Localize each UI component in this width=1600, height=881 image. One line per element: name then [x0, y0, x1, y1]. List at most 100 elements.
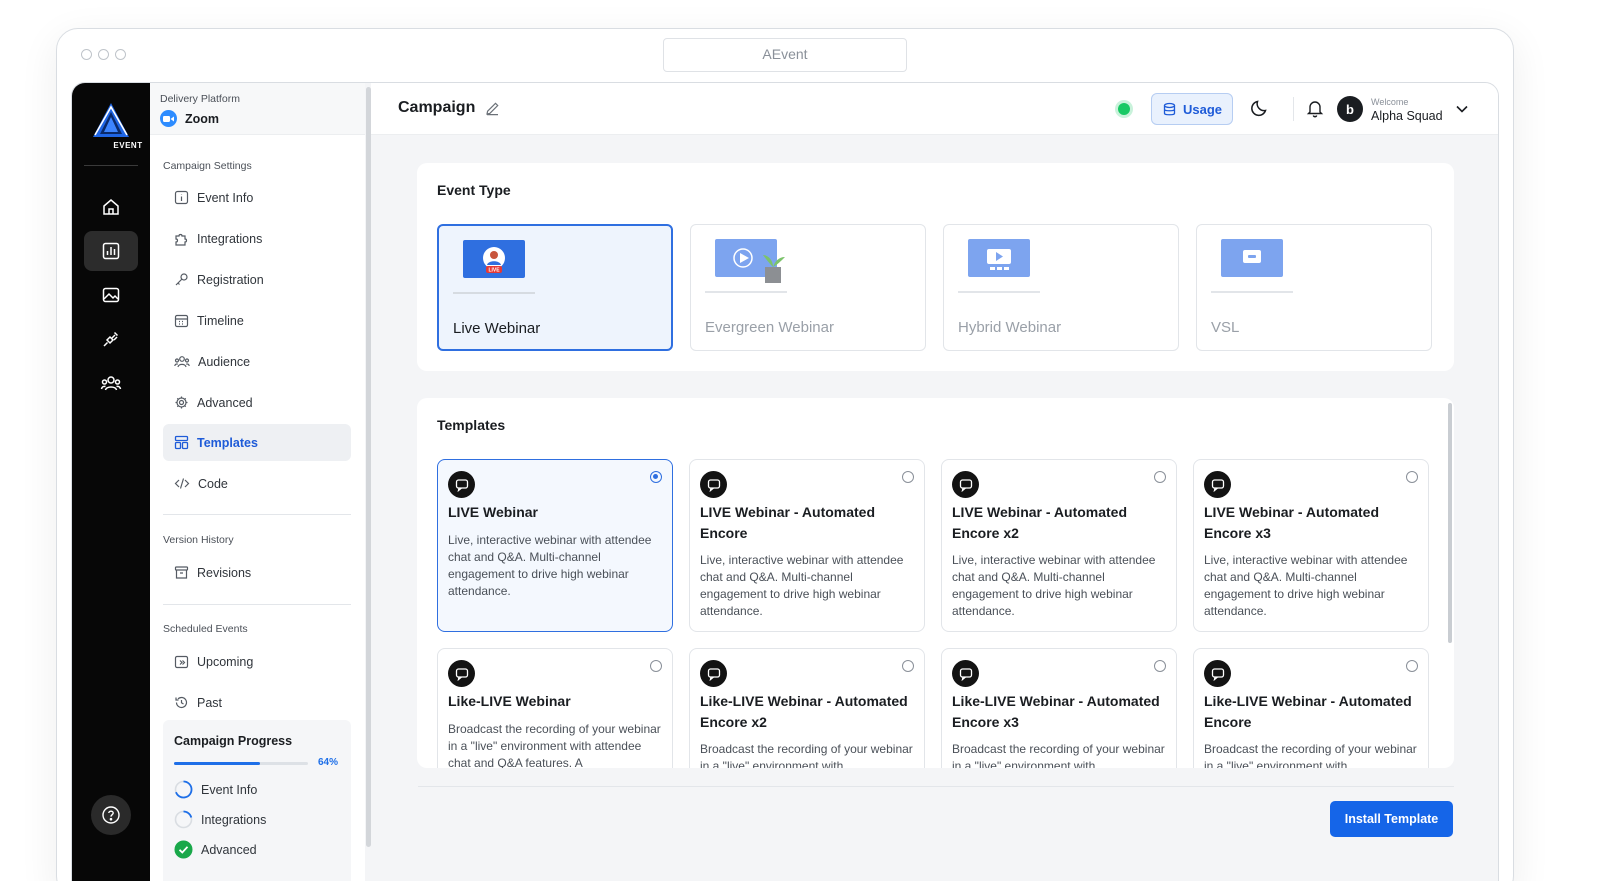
chat-icon [448, 471, 475, 498]
bell-icon[interactable] [1306, 99, 1324, 118]
pencil-icon[interactable] [485, 101, 500, 116]
template-radio[interactable] [1154, 471, 1166, 483]
sidebar-divider [163, 514, 351, 515]
template-description: Broadcast the recording of your webinar … [952, 742, 1165, 768]
moon-icon[interactable] [1250, 98, 1270, 118]
sidebar-item-label: Registration [197, 272, 264, 287]
sidebar-item-timeline[interactable]: Timeline [163, 302, 351, 339]
history-icon [175, 696, 188, 709]
chat-icon [700, 471, 727, 498]
chat-icon [1204, 660, 1231, 687]
event-type-live-webinar[interactable]: LIVE Live Webinar [437, 224, 673, 351]
close-dot[interactable] [81, 49, 92, 60]
sidebar-item-label: Upcoming [197, 654, 254, 669]
event-type-vsl[interactable]: VSL [1196, 224, 1432, 351]
sidebar-item-templates[interactable]: Templates [163, 424, 351, 461]
browser-window: AEvent EVENT Delivery Platform Zoom Camp… [56, 28, 1514, 881]
help-icon[interactable] [91, 795, 131, 835]
home-icon[interactable] [84, 187, 138, 227]
calendar-icon [174, 314, 189, 328]
plug-icon[interactable] [84, 319, 138, 359]
template-description: Broadcast the recording of your webinar … [448, 722, 661, 768]
sidebar-item-audience[interactable]: Audience [163, 343, 351, 380]
template-card[interactable]: LIVE Webinar Live, interactive webinar w… [437, 459, 673, 632]
sidebar-item-integrations[interactable]: Integrations [163, 220, 351, 257]
event-type-evergreen-webinar[interactable]: Evergreen Webinar [690, 224, 926, 351]
template-card[interactable]: Like-LIVE Webinar Broadcast the recordin… [437, 648, 673, 768]
template-card[interactable]: Like-LIVE Webinar - Automated Encore x2 … [689, 648, 925, 768]
sidebar-item-label: Timeline [197, 313, 244, 328]
sidebar-item-code[interactable]: Code [163, 465, 351, 502]
progress-ring-icon [174, 780, 193, 799]
sidebar-item-event-info[interactable]: Event Info [163, 179, 351, 216]
sidebar-item-revisions[interactable]: Revisions [163, 554, 351, 591]
template-radio[interactable] [902, 471, 914, 483]
usage-button[interactable]: Usage [1151, 93, 1233, 125]
template-radio[interactable] [1154, 660, 1166, 672]
sidebar-item-label: Advanced [197, 395, 253, 410]
template-title: Like-LIVE Webinar [448, 693, 571, 709]
status-indicator [1118, 103, 1130, 115]
progress-item-integrations[interactable]: Integrations [174, 810, 266, 829]
event-type-title: Event Type [437, 182, 511, 198]
sidebar-item-advanced[interactable]: Advanced [163, 384, 351, 421]
install-template-button[interactable]: Install Template [1330, 801, 1453, 837]
templates-scrollbar[interactable] [1448, 403, 1452, 643]
user-name[interactable]: Alpha Squad [1371, 109, 1443, 123]
maximize-dot[interactable] [115, 49, 126, 60]
sidebar-item-past[interactable]: Past [163, 684, 351, 721]
vsl-illustration [1211, 239, 1293, 293]
evergreen-webinar-illustration [705, 239, 787, 293]
aevent-logo[interactable]: EVENT [89, 101, 142, 150]
template-card[interactable]: Like-LIVE Webinar - Automated Encore x3 … [941, 648, 1177, 768]
live-webinar-illustration: LIVE [453, 240, 535, 294]
version-history-label: Version History [163, 534, 234, 546]
delivery-platform[interactable]: Delivery Platform Zoom [150, 83, 365, 135]
header-divider [1293, 97, 1294, 121]
sidebar-item-label: Event Info [197, 190, 254, 205]
template-card[interactable]: LIVE Webinar - Automated Encore Live, in… [689, 459, 925, 632]
minimize-dot[interactable] [98, 49, 109, 60]
avatar[interactable]: b [1337, 96, 1363, 122]
template-radio[interactable] [1406, 471, 1418, 483]
info-icon [174, 190, 189, 205]
templates-title: Templates [437, 417, 506, 433]
sidebar-item-label: Revisions [197, 565, 252, 580]
sidebar-item-label: Audience [198, 354, 251, 369]
template-card[interactable]: Like-LIVE Webinar - Automated Encore Bro… [1193, 648, 1429, 768]
template-card[interactable]: LIVE Webinar - Automated Encore x2 Live,… [941, 459, 1177, 632]
template-title: LIVE Webinar - Automated Encore [700, 504, 876, 541]
archive-icon [174, 566, 189, 579]
event-type-hybrid-webinar[interactable]: Hybrid Webinar [943, 224, 1179, 351]
template-radio[interactable] [902, 660, 914, 672]
sidebar-item-label: Past [197, 695, 223, 710]
template-title: Like-LIVE Webinar - Automated Encore x3 [952, 693, 1160, 730]
sidebar-item-registration[interactable]: Registration [163, 261, 351, 298]
progress-item-advanced[interactable]: Advanced [174, 840, 257, 859]
event-type-label: Live Webinar [453, 320, 541, 337]
window-controls [81, 49, 126, 60]
templates-card: Templates LIVE Webinar Live, interactive… [417, 398, 1454, 768]
footer-divider [418, 786, 1454, 787]
template-radio[interactable] [1406, 660, 1418, 672]
progress-item-event-info[interactable]: Event Info [174, 780, 257, 799]
template-card[interactable]: LIVE Webinar - Automated Encore x3 Live,… [1193, 459, 1429, 632]
image-icon[interactable] [84, 275, 138, 315]
address-bar[interactable]: AEvent [663, 38, 907, 72]
team-icon[interactable] [84, 363, 138, 403]
gear-icon [175, 396, 188, 409]
sidebar-divider [163, 604, 351, 605]
template-radio[interactable] [650, 660, 662, 672]
sidebar-item-upcoming[interactable]: Upcoming [163, 643, 351, 680]
campaign-progress-card: Campaign Progress 64% Event Info Integra… [163, 720, 351, 881]
sidebar-scrollbar[interactable] [366, 87, 371, 847]
chat-icon [952, 471, 979, 498]
icon-rail: EVENT [72, 83, 150, 881]
template-radio[interactable] [650, 471, 662, 483]
chevron-down-icon[interactable] [1454, 101, 1470, 117]
template-title: LIVE Webinar - Automated Encore x2 [952, 504, 1128, 541]
sidebar-item-label: Integrations [197, 231, 263, 246]
key-icon [175, 273, 188, 286]
app-frame: EVENT Delivery Platform Zoom Campaign Se… [71, 82, 1499, 881]
analytics-icon[interactable] [84, 231, 138, 271]
